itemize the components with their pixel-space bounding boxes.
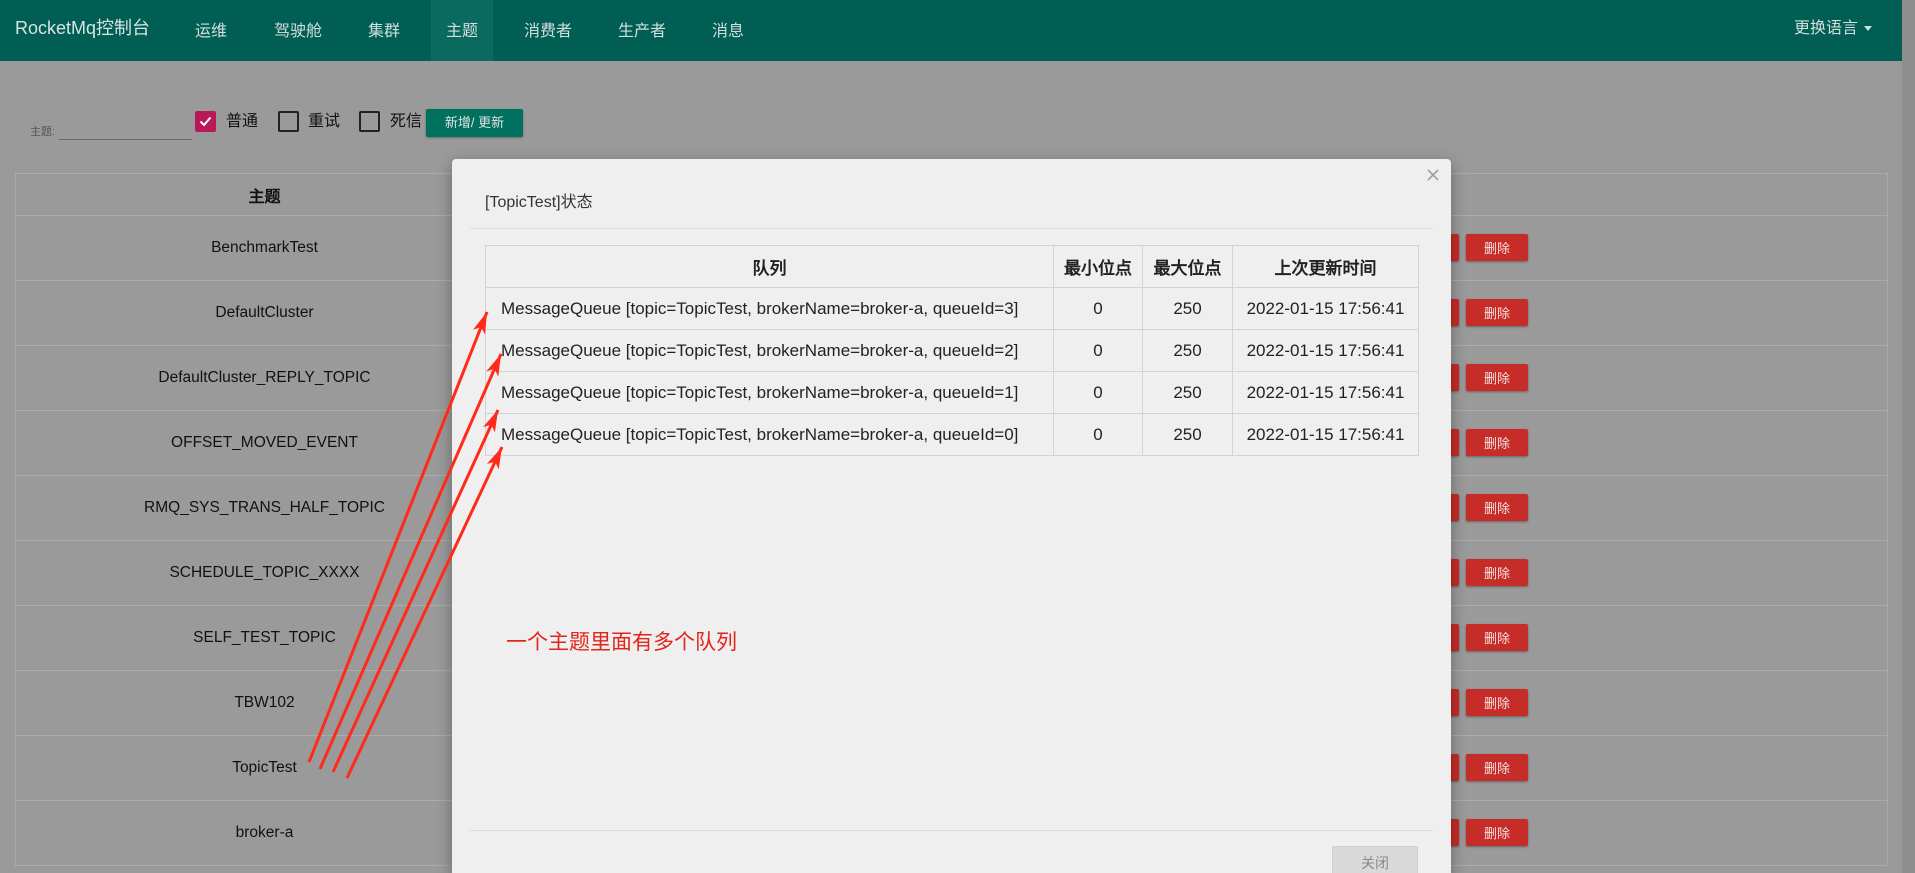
modal-close-footer-button[interactable]: 关闭	[1332, 846, 1418, 873]
checkbox-retry-label[interactable]: 重试	[308, 112, 340, 132]
checkbox-normal[interactable]	[195, 111, 216, 132]
modal-close-button[interactable]	[1426, 168, 1440, 182]
column-header-topic: 主题	[248, 188, 281, 206]
delete-topic-button[interactable]: 删除	[1466, 234, 1528, 261]
language-menu-label: 更换语言	[1794, 20, 1859, 37]
close-icon	[1427, 169, 1439, 181]
nav-item-message[interactable]: 消息	[697, 0, 759, 61]
topic-name: DefaultCluster	[215, 304, 314, 321]
max-offset: 250	[1142, 287, 1233, 330]
annotation-text: 一个主题里面有多个队列	[506, 631, 737, 654]
topic-name: SCHEDULE_TOPIC_XXXX	[169, 564, 360, 581]
checkbox-dead-letter-label[interactable]: 死信	[390, 112, 422, 132]
modal-footer-divider	[470, 830, 1433, 831]
delete-topic-button[interactable]: 删除	[1466, 299, 1528, 326]
column-header-queue: 队列	[485, 245, 1054, 288]
topic-name: BenchmarkTest	[211, 239, 318, 256]
delete-topic-button[interactable]: 删除	[1466, 364, 1528, 391]
min-offset: 0	[1053, 329, 1143, 372]
app-page: RocketMq控制台 运维 驾驶舱 集群 主题 消费者 生产者 消息 更换语言…	[0, 0, 1915, 873]
min-offset: 0	[1053, 287, 1143, 330]
last-update-time: 2022-01-15 17:56:41	[1232, 413, 1419, 456]
brand-title[interactable]: RocketMq控制台	[15, 17, 150, 39]
top-navbar: RocketMq控制台 运维 驾驶舱 集群 主题 消费者 生产者 消息 更换语言	[0, 0, 1902, 61]
nav-item-producer[interactable]: 生产者	[603, 0, 681, 61]
table-row: MessageQueue [topic=TopicTest, brokerNam…	[485, 413, 1419, 456]
topic-name: TBW102	[234, 694, 295, 711]
nav-item-ops[interactable]: 运维	[180, 0, 242, 61]
delete-topic-button[interactable]: 删除	[1466, 819, 1528, 846]
topic-name: SELF_TEST_TOPIC	[193, 629, 336, 646]
queue-status-table: 队列 最小位点 最大位点 上次更新时间 MessageQueue [topic=…	[485, 245, 1419, 456]
max-offset: 250	[1142, 371, 1233, 414]
topic-filter-label: 主题:	[30, 126, 56, 138]
table-row: MessageQueue [topic=TopicTest, brokerNam…	[485, 329, 1419, 372]
delete-topic-button[interactable]: 删除	[1466, 754, 1528, 781]
check-icon	[199, 116, 212, 127]
caret-down-icon	[1864, 26, 1873, 32]
table-row: MessageQueue [topic=TopicTest, brokerNam…	[485, 287, 1419, 330]
delete-topic-button[interactable]: 删除	[1466, 559, 1528, 586]
last-update-time: 2022-01-15 17:56:41	[1232, 287, 1419, 330]
nav-item-cluster[interactable]: 集群	[353, 0, 415, 61]
max-offset: 250	[1142, 329, 1233, 372]
checkbox-normal-label[interactable]: 普通	[226, 112, 258, 132]
page-scrollbar[interactable]	[1902, 0, 1915, 873]
min-offset: 0	[1053, 371, 1143, 414]
topic-name: broker-a	[235, 824, 294, 841]
table-row: MessageQueue [topic=TopicTest, brokerNam…	[485, 371, 1419, 414]
modal-header-divider	[470, 228, 1433, 229]
add-update-topic-button[interactable]: 新增/ 更新	[426, 109, 523, 137]
delete-topic-button[interactable]: 删除	[1466, 689, 1528, 716]
topic-name: DefaultCluster_REPLY_TOPIC	[158, 369, 371, 386]
delete-topic-button[interactable]: 删除	[1466, 429, 1528, 456]
column-header-last-update: 上次更新时间	[1232, 245, 1419, 288]
queue-table-header-row: 队列 最小位点 最大位点 上次更新时间	[485, 245, 1419, 288]
nav-item-topic[interactable]: 主题	[431, 0, 494, 61]
queue-name: MessageQueue [topic=TopicTest, brokerNam…	[485, 371, 1054, 414]
queue-name: MessageQueue [topic=TopicTest, brokerNam…	[485, 413, 1054, 456]
last-update-time: 2022-01-15 17:56:41	[1232, 329, 1419, 372]
queue-name: MessageQueue [topic=TopicTest, brokerNam…	[485, 329, 1054, 372]
column-header-min-offset: 最小位点	[1053, 245, 1143, 288]
checkbox-dead-letter[interactable]	[359, 111, 380, 132]
min-offset: 0	[1053, 413, 1143, 456]
max-offset: 250	[1142, 413, 1233, 456]
nav-item-consumer[interactable]: 消费者	[509, 0, 587, 61]
topic-status-modal: [TopicTest]状态 队列 最小位点 最大位点 上次更新时间 Messag…	[452, 159, 1451, 873]
topic-name: RMQ_SYS_TRANS_HALF_TOPIC	[144, 499, 385, 516]
topic-name: OFFSET_MOVED_EVENT	[171, 434, 358, 451]
column-header-max-offset: 最大位点	[1142, 245, 1233, 288]
modal-title: [TopicTest]状态	[485, 194, 593, 211]
checkbox-retry[interactable]	[278, 111, 299, 132]
delete-topic-button[interactable]: 删除	[1466, 624, 1528, 651]
language-menu[interactable]: 更换语言	[1794, 18, 1873, 40]
delete-topic-button[interactable]: 删除	[1466, 494, 1528, 521]
topic-search-input[interactable]	[59, 118, 192, 140]
nav-item-dashboard[interactable]: 驾驶舱	[259, 0, 337, 61]
topic-name: TopicTest	[232, 759, 297, 776]
queue-name: MessageQueue [topic=TopicTest, brokerNam…	[485, 287, 1054, 330]
last-update-time: 2022-01-15 17:56:41	[1232, 371, 1419, 414]
